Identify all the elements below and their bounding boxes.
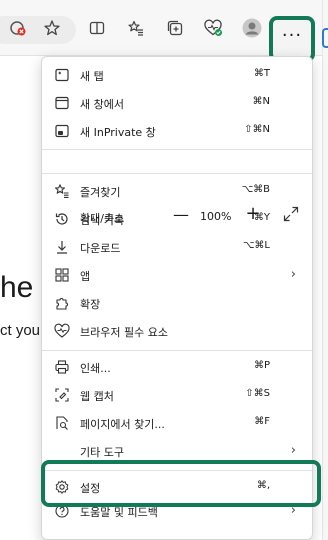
menu-item-apps[interactable]: 앱 › (42, 261, 312, 289)
menu-item-new-inprivate-window[interactable]: 새 InPrivate 창 ⇧⌘N (42, 117, 312, 145)
tracking-prevention-icon[interactable] (5, 15, 31, 41)
menu-item-browser-essentials[interactable]: 브라우저 필수 요소 (42, 317, 312, 345)
menu-separator (42, 173, 312, 174)
print-icon (53, 358, 71, 376)
history-icon (53, 210, 71, 228)
menu-item-favorites[interactable]: 즐겨찾기 ⌥⌘B (42, 177, 312, 205)
menu-item-find-on-page[interactable]: 페이지에서 찾기... ⌘F (42, 409, 312, 437)
browser-toolbar: ··· (0, 0, 328, 62)
menu-separator (42, 350, 312, 351)
apps-icon (53, 266, 71, 284)
new-window-icon (53, 94, 71, 112)
web-capture-icon (53, 386, 71, 404)
menu-item-new-tab[interactable]: 새 탭 ⌘T (42, 61, 312, 89)
favorites-icon[interactable] (123, 15, 149, 41)
download-icon (53, 238, 71, 256)
chevron-right-icon: › (290, 443, 296, 458)
browser-essentials-icon[interactable] (200, 15, 226, 41)
menu-item-web-capture[interactable]: 웹 캡처 ⇧⌘S (42, 381, 312, 409)
menu-item-print[interactable]: 인쇄... ⌘P (42, 353, 312, 381)
new-tab-icon (53, 66, 71, 84)
menu-separator (42, 149, 312, 150)
menu-item-history[interactable]: 검색 기록 ⌘Y (42, 205, 312, 233)
menu-item-extensions[interactable]: 확장 (42, 289, 312, 317)
page-body-text: ct you (0, 322, 41, 339)
browser-essentials-icon (53, 322, 71, 340)
more-dots-icon: ··· (281, 25, 303, 46)
favorites-icon (53, 182, 71, 200)
profile-avatar-icon[interactable] (239, 15, 265, 41)
menu-item-downloads[interactable]: 다운로드 ⌥⌘L (42, 233, 312, 261)
chevron-right-icon: › (290, 267, 296, 282)
inprivate-icon (53, 122, 71, 140)
sidebar-tab-edge (322, 28, 328, 48)
extensions-icon (53, 294, 71, 312)
favorite-star-icon[interactable] (39, 15, 65, 41)
find-on-page-icon (53, 414, 71, 432)
settings-highlight-box (41, 460, 321, 507)
collections-icon[interactable] (162, 15, 188, 41)
split-screen-icon[interactable] (84, 15, 110, 41)
sidebar-strip (322, 0, 328, 540)
menu-item-new-window[interactable]: 새 창에서 ⌘N (42, 89, 312, 117)
